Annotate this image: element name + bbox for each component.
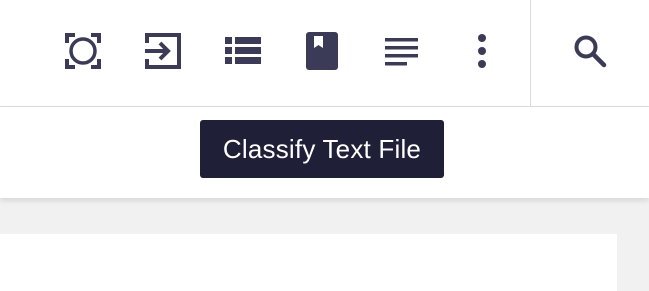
capture-region-button[interactable]: [58, 26, 108, 76]
tooltip: Classify Text File: [200, 120, 444, 178]
search-button[interactable]: [565, 26, 615, 76]
more-vertical-icon: [478, 34, 486, 68]
capture-region-icon: [65, 33, 101, 69]
text-lines-button[interactable]: [377, 26, 427, 76]
toolbar-divider: [530, 0, 531, 106]
text-lines-icon: [385, 38, 418, 66]
search-icon: [574, 35, 607, 68]
content-panel: [0, 234, 617, 291]
list-view-icon: [225, 37, 261, 64]
top-toolbar: [0, 0, 649, 107]
import-button[interactable]: [137, 26, 187, 76]
more-options-button[interactable]: [457, 26, 507, 76]
import-icon: [145, 33, 181, 69]
list-view-button[interactable]: [218, 26, 268, 76]
bookmark-icon: [306, 32, 338, 70]
classify-text-file-button[interactable]: [297, 26, 347, 76]
